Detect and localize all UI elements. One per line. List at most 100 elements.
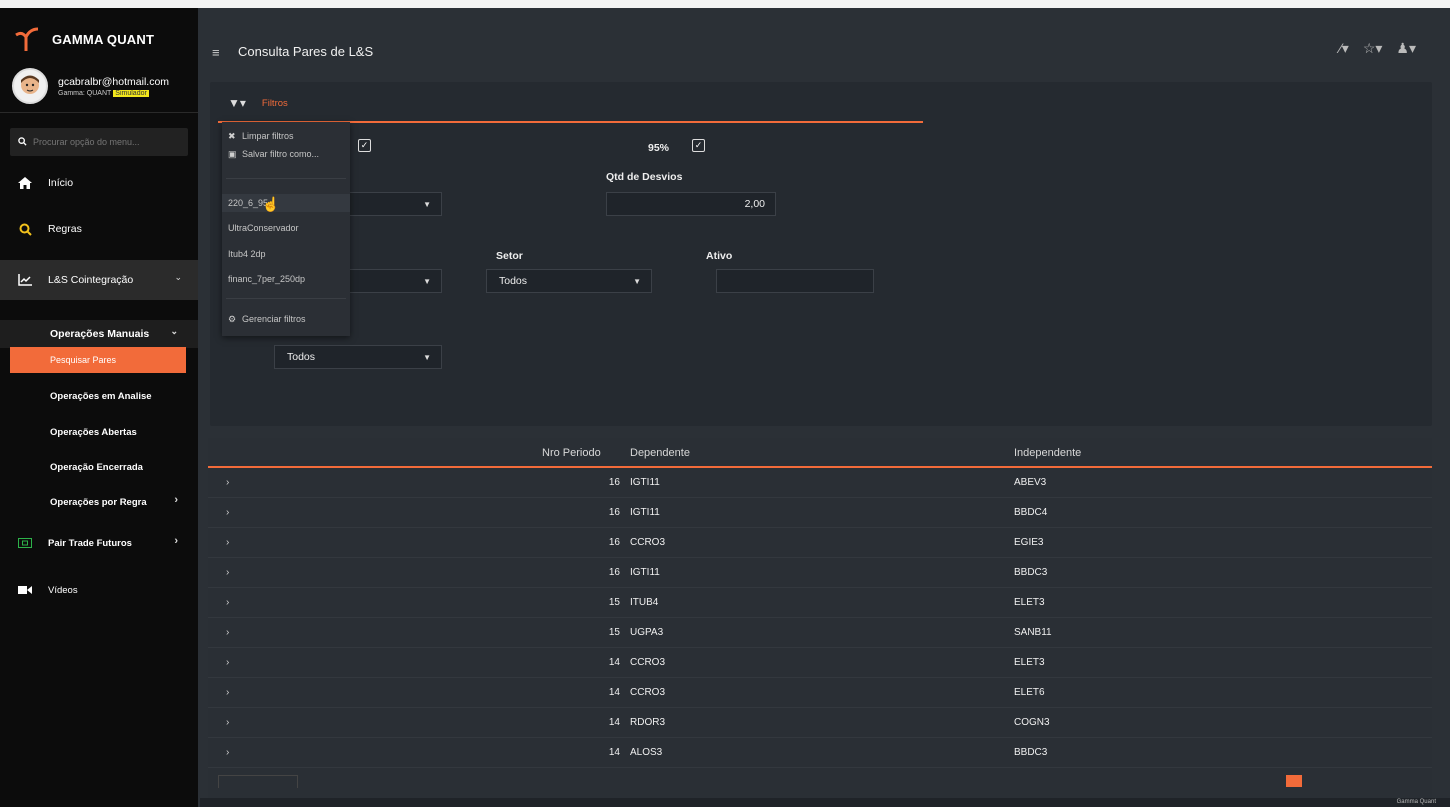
table-row[interactable]: › 14 CCRO3 ELET6 bbox=[208, 678, 1432, 708]
cell-nro-periodo: 14 bbox=[608, 687, 620, 698]
table-row[interactable]: › 16 IGTI11 BBDC4 bbox=[208, 498, 1432, 528]
brush-icon[interactable]: ⁄▾ bbox=[1339, 40, 1348, 57]
chevron-down-icon: ▼ bbox=[423, 352, 431, 362]
futures-icon bbox=[16, 538, 34, 548]
expand-row-icon[interactable]: › bbox=[226, 717, 229, 728]
setor-select-value: Todos bbox=[499, 275, 528, 287]
cell-nro-periodo: 16 bbox=[608, 477, 620, 488]
setor-select[interactable]: Todos ▼ bbox=[486, 269, 652, 293]
mouse-cursor-icon: ☝ bbox=[262, 196, 280, 212]
page-size-button[interactable] bbox=[218, 775, 298, 788]
sidebar-item-pesquisar-pares[interactable]: Pesquisar Pares bbox=[10, 347, 186, 373]
table-row[interactable]: › 14 RDOR3 COGN3 bbox=[208, 708, 1432, 738]
page-header: ≡ Consulta Pares de L&S ⁄▾ ☆▾ ♟▾ bbox=[200, 30, 1450, 74]
expand-row-icon[interactable]: › bbox=[226, 687, 229, 698]
sidebar-item-label: Operações Abertas bbox=[50, 426, 137, 438]
table-row[interactable]: › 16 IGTI11 ABEV3 bbox=[208, 468, 1432, 498]
search-icon bbox=[18, 133, 27, 151]
save-filter-label: Salvar filtro como... bbox=[242, 149, 320, 159]
saved-filter-label: Itub4 2dp bbox=[228, 249, 266, 259]
star-icon[interactable]: ☆▾ bbox=[1363, 40, 1383, 57]
dropdown-divider bbox=[226, 298, 346, 299]
chevron-down-icon: ⌄ bbox=[170, 326, 178, 336]
user-plan: Gamma: QUANT Simulador bbox=[58, 89, 169, 97]
sidebar-item-label: Pesquisar Pares bbox=[50, 355, 117, 365]
expand-row-icon[interactable]: › bbox=[226, 597, 229, 608]
manage-filters-item[interactable]: ⚙ Gerenciar filtros bbox=[228, 311, 306, 327]
cell-nro-periodo: 15 bbox=[608, 627, 620, 638]
pagination-current-page[interactable] bbox=[1286, 775, 1302, 787]
saved-filter-item[interactable]: 220_6_95 bbox=[222, 194, 350, 212]
table-row[interactable]: › 15 UGPA3 SANB11 bbox=[208, 618, 1432, 648]
setor-label: Setor bbox=[496, 250, 523, 262]
expand-row-icon[interactable]: › bbox=[226, 537, 229, 548]
save-filter-item[interactable]: ▣ Salvar filtro como... bbox=[228, 146, 319, 162]
sidebar-item-regras[interactable]: Regras bbox=[0, 216, 198, 242]
sidebar-item-operacoes-por-regra[interactable]: Operações por Regra › bbox=[0, 490, 198, 514]
ativo-input[interactable] bbox=[716, 269, 874, 293]
checkbox[interactable]: ✓ bbox=[358, 139, 371, 152]
clear-icon: ✖ bbox=[228, 130, 236, 141]
cell-independente: EGIE3 bbox=[1014, 537, 1044, 548]
filter-icon[interactable]: ▼▾ bbox=[228, 96, 246, 110]
sidebar-item-label: Início bbox=[48, 177, 74, 189]
sidebar-item-operacoes-em-analise[interactable]: Operações em Analise bbox=[0, 384, 198, 408]
cell-dependente: ALOS3 bbox=[630, 747, 663, 758]
cell-dependente: CCRO3 bbox=[630, 657, 666, 668]
column-header-nro-periodo[interactable]: Nro Periodo bbox=[542, 447, 601, 459]
dropdown-divider bbox=[226, 178, 346, 179]
saved-filter-label: UltraConservador bbox=[228, 223, 299, 233]
qtd-desvios-input[interactable]: 2,00 bbox=[606, 192, 776, 216]
select-extra[interactable]: Todos ▼ bbox=[274, 345, 442, 369]
expand-row-icon[interactable]: › bbox=[226, 477, 229, 488]
qtd-desvios-label: Qtd de Desvios bbox=[606, 171, 683, 183]
avatar bbox=[12, 68, 48, 104]
sidebar-item-label: Vídeos bbox=[48, 584, 78, 596]
cell-independente: BBDC4 bbox=[1014, 507, 1048, 518]
cell-independente: BBDC3 bbox=[1014, 567, 1048, 578]
sidebar-item-label: Operações Manuais bbox=[50, 328, 150, 340]
sidebar-item-videos[interactable]: Vídeos bbox=[0, 578, 198, 602]
table-row[interactable]: › 14 ALOS3 BBDC3 bbox=[208, 738, 1432, 768]
expand-row-icon[interactable]: › bbox=[226, 567, 229, 578]
saved-filter-item[interactable]: Itub4 2dp bbox=[228, 246, 266, 262]
user-icon[interactable]: ♟▾ bbox=[1396, 40, 1416, 57]
sidebar-item-inicio[interactable]: Início bbox=[0, 170, 198, 196]
sidebar-item-operacoes-abertas[interactable]: Operações Abertas bbox=[0, 420, 198, 444]
table-row[interactable]: › 14 CCRO3 ELET3 bbox=[208, 648, 1432, 678]
cell-nro-periodo: 14 bbox=[608, 657, 620, 668]
expand-row-icon[interactable]: › bbox=[226, 627, 229, 638]
saved-filter-item[interactable]: UltraConservador bbox=[228, 220, 299, 236]
hamburger-menu-icon[interactable]: ≡ bbox=[212, 45, 220, 60]
sidebar-item-label: L&S Cointegração bbox=[48, 274, 134, 286]
tab-filtros[interactable]: ▼▾ Filtros bbox=[228, 96, 288, 110]
sidebar-item-ls-cointegracao[interactable]: L&S Cointegração ⌄ bbox=[0, 260, 198, 300]
saved-filter-item[interactable]: financ_7per_250dp bbox=[228, 271, 305, 287]
column-header-independente[interactable]: Independente bbox=[1014, 447, 1081, 459]
results-table: Nro Periodo Dependente Independente › 16… bbox=[208, 438, 1432, 798]
expand-row-icon[interactable]: › bbox=[226, 747, 229, 758]
cell-independente: ELET3 bbox=[1014, 597, 1045, 608]
confidence-checkbox[interactable]: ✓ bbox=[692, 139, 705, 152]
sidebar-item-label: Regras bbox=[48, 223, 82, 235]
sidebar-item-pair-trade-futuros[interactable]: Pair Trade Futuros › bbox=[0, 531, 198, 555]
sidebar-item-label: Operação Encerrada bbox=[50, 461, 143, 473]
menu-search[interactable] bbox=[10, 128, 188, 156]
menu-search-input[interactable] bbox=[31, 136, 185, 148]
ativo-label: Ativo bbox=[706, 250, 733, 262]
table-row[interactable]: › 15 ITUB4 ELET3 bbox=[208, 588, 1432, 618]
sidebar: GAMMA QUANT gcabralbr@hotmail.com Gamma:… bbox=[0, 8, 198, 807]
user-profile[interactable]: gcabralbr@hotmail.com Gamma: QUANT Simula… bbox=[12, 68, 169, 104]
sidebar-item-operacao-encerrada[interactable]: Operação Encerrada bbox=[0, 455, 198, 479]
expand-row-icon[interactable]: › bbox=[226, 657, 229, 668]
confidence-label: 95% bbox=[648, 142, 670, 154]
clear-filters-item[interactable]: ✖ Limpar filtros bbox=[228, 128, 294, 144]
column-header-dependente[interactable]: Dependente bbox=[630, 447, 690, 459]
expand-row-icon[interactable]: › bbox=[226, 507, 229, 518]
chevron-right-icon: › bbox=[174, 535, 178, 547]
table-row[interactable]: › 16 CCRO3 EGIE3 bbox=[208, 528, 1432, 558]
sidebar-item-operacoes-manuais[interactable]: Operações Manuais ⌄ bbox=[0, 320, 198, 348]
table-row[interactable]: › 16 IGTI11 BBDC3 bbox=[208, 558, 1432, 588]
chevron-right-icon: › bbox=[174, 494, 178, 506]
brand[interactable]: GAMMA QUANT bbox=[12, 22, 154, 56]
